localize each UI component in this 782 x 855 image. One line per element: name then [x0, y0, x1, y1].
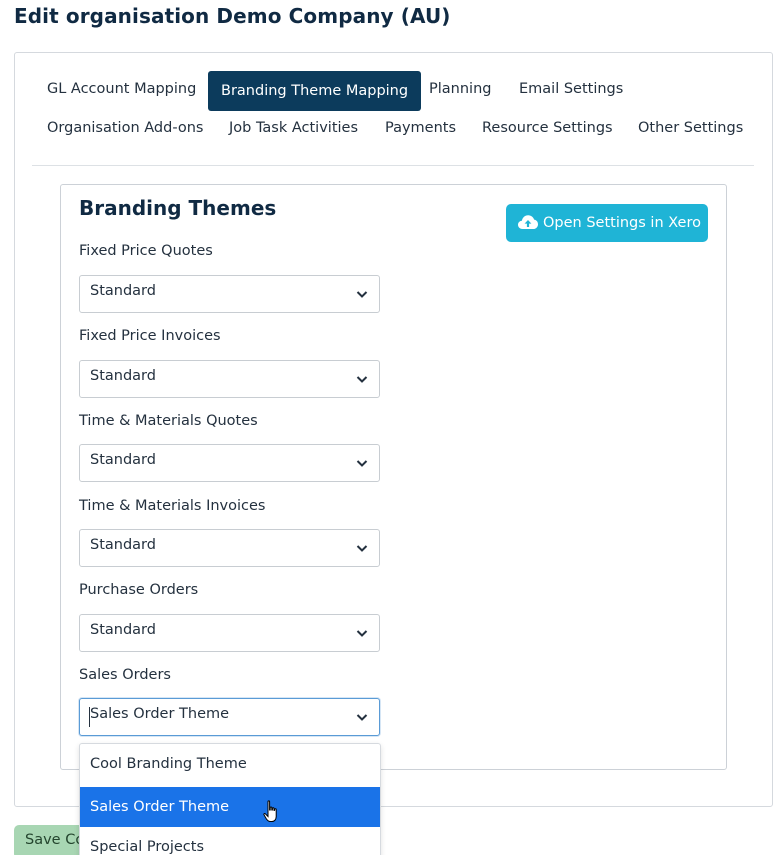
- page-title: Edit organisation Demo Company (AU): [14, 4, 451, 28]
- select-value: Standard: [90, 537, 156, 553]
- hand-pointer-icon: [263, 800, 277, 822]
- dropdown-option-sales-order-theme[interactable]: Sales Order Theme: [80, 787, 380, 827]
- sales-orders-select[interactable]: Sales Order Theme: [79, 698, 380, 736]
- tab-organisation-add-ons[interactable]: Organisation Add-ons: [34, 108, 216, 148]
- select-value: Standard: [90, 283, 156, 299]
- tab-payments[interactable]: Payments: [372, 108, 469, 148]
- tab-planning[interactable]: Planning: [416, 69, 504, 109]
- tab-branding-theme-mapping[interactable]: Branding Theme Mapping: [208, 71, 422, 111]
- dropdown-option-cool-branding-theme[interactable]: Cool Branding Theme: [80, 744, 380, 784]
- cloud-upload-icon: [518, 215, 538, 229]
- open-settings-in-xero-label: Open Settings in Xero: [543, 215, 701, 231]
- dropdown-option-special-projects[interactable]: Special Projects: [80, 827, 380, 855]
- tabs-divider: [32, 165, 754, 166]
- select-value: Standard: [90, 452, 156, 468]
- fixed-price-invoices-select[interactable]: Standard: [79, 360, 380, 398]
- chevron-down-icon: [356, 714, 368, 721]
- purchase-orders-label: Purchase Orders: [79, 582, 199, 598]
- tab-other-settings[interactable]: Other Settings: [625, 108, 756, 148]
- sales-orders-label: Sales Orders: [79, 667, 171, 683]
- chevron-down-icon: [356, 630, 368, 637]
- sales-orders-dropdown-menu: Cool Branding Theme Sales Order Theme Sp…: [79, 743, 381, 855]
- purchase-orders-select[interactable]: Standard: [79, 614, 380, 652]
- tab-gl-account-mapping[interactable]: GL Account Mapping: [34, 69, 209, 109]
- select-value: Sales Order Theme: [90, 706, 230, 722]
- chevron-down-icon: [356, 291, 368, 298]
- chevron-down-icon: [356, 376, 368, 383]
- chevron-down-icon: [356, 545, 368, 552]
- section-title: Branding Themes: [79, 196, 277, 220]
- tab-email-settings[interactable]: Email Settings: [506, 69, 636, 109]
- tm-invoices-label: Time & Materials Invoices: [79, 498, 266, 514]
- fixed-price-quotes-select[interactable]: Standard: [79, 275, 380, 313]
- open-settings-in-xero-button[interactable]: Open Settings in Xero: [506, 204, 708, 242]
- tm-invoices-select[interactable]: Standard: [79, 529, 380, 567]
- chevron-down-icon: [356, 460, 368, 467]
- select-value: Standard: [90, 368, 156, 384]
- tm-quotes-label: Time & Materials Quotes: [79, 413, 258, 429]
- fixed-price-quotes-label: Fixed Price Quotes: [79, 243, 213, 259]
- tab-job-task-activities[interactable]: Job Task Activities: [216, 108, 371, 148]
- fixed-price-invoices-label: Fixed Price Invoices: [79, 328, 221, 344]
- tab-resource-settings[interactable]: Resource Settings: [469, 108, 626, 148]
- tm-quotes-select[interactable]: Standard: [79, 444, 380, 482]
- select-value: Standard: [90, 622, 156, 638]
